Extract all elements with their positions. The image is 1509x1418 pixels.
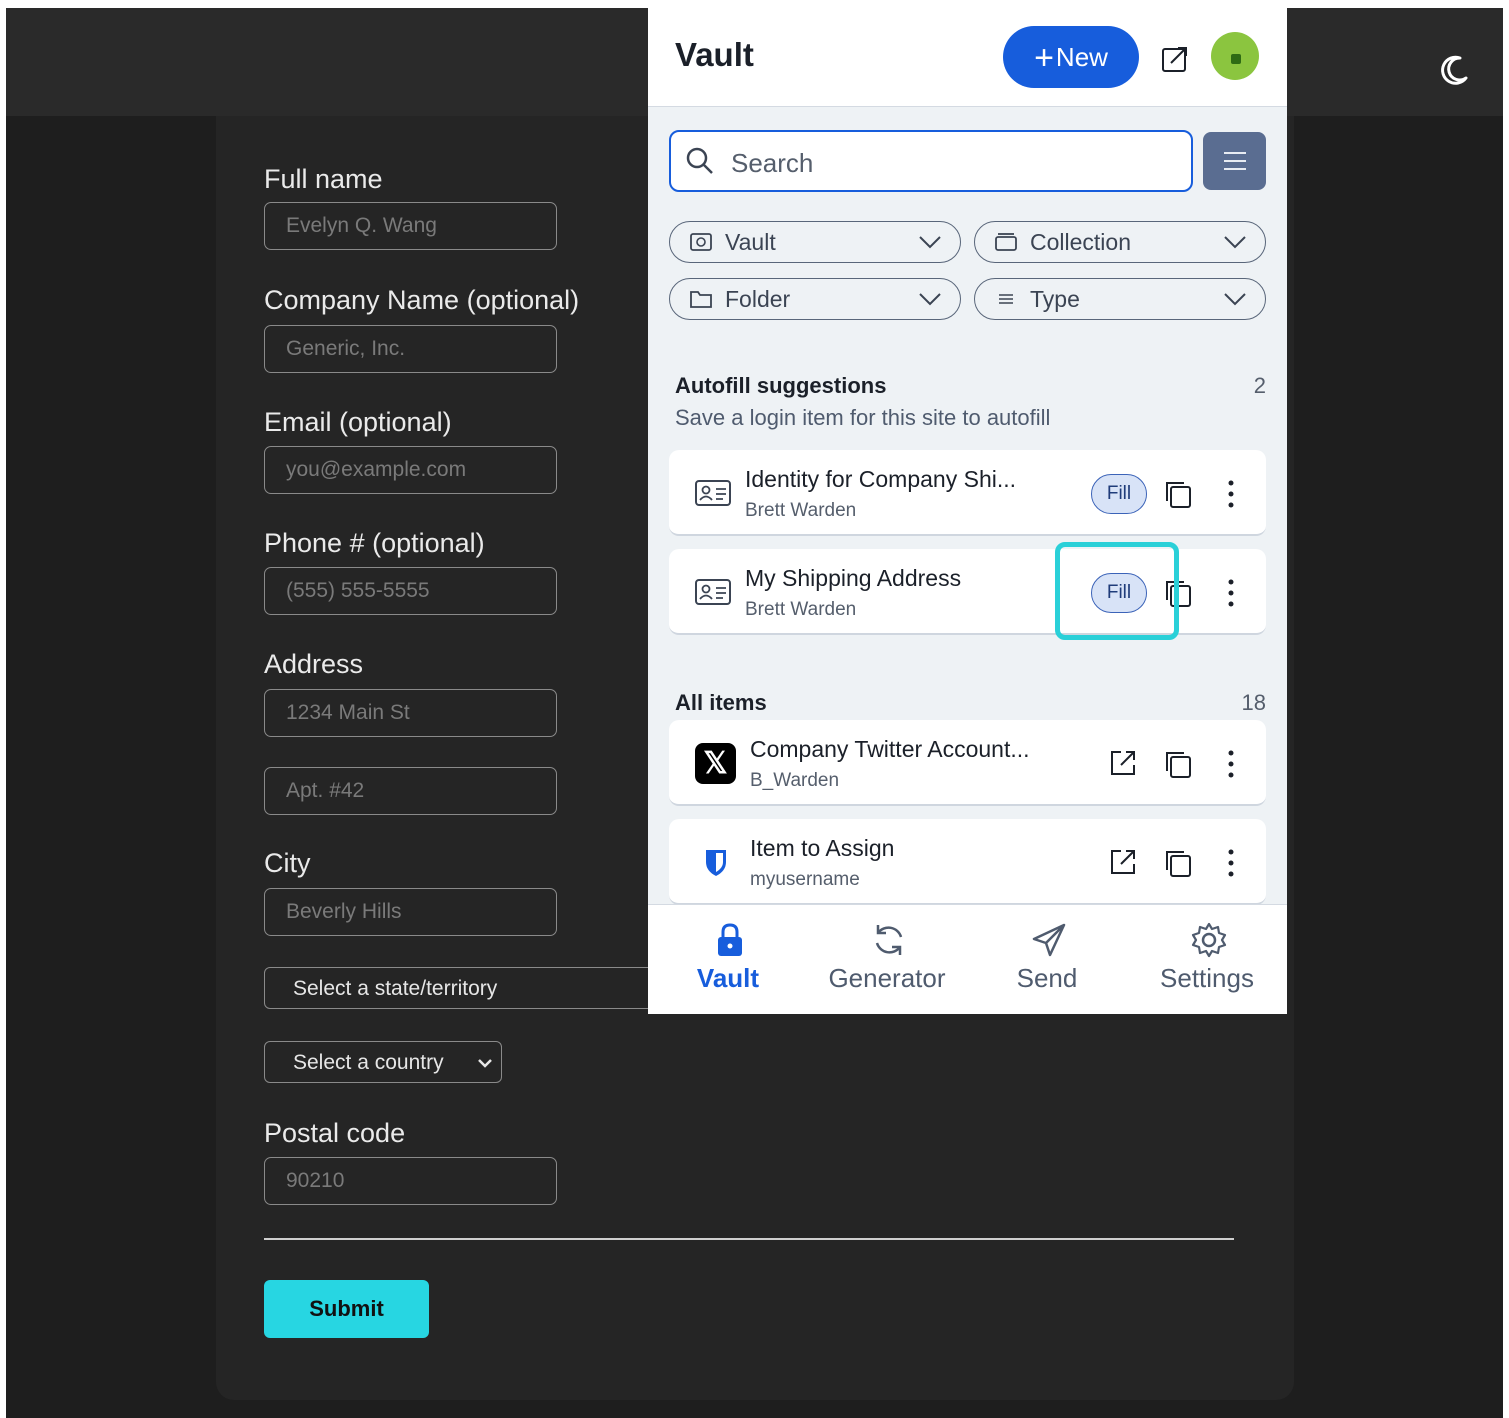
popup-bottom-nav: Vault Generator Send Settings — [648, 904, 1287, 1014]
sliders-icon — [1224, 152, 1246, 170]
more-options-icon[interactable] — [1223, 477, 1239, 511]
form-divider — [264, 1238, 1234, 1240]
list-item[interactable]: Item to Assign myusername — [669, 819, 1266, 905]
search-icon — [686, 147, 713, 174]
vault-filter-dropdown[interactable]: Vault — [669, 221, 961, 263]
popup-header: Vault +New — [648, 8, 1287, 107]
id-card-icon — [695, 480, 731, 506]
state-select-label: Select a state/territory — [293, 977, 498, 1000]
country-select-label: Select a country — [293, 1051, 444, 1074]
x-logo-icon: 𝕏 — [695, 743, 736, 784]
popout-icon[interactable] — [1159, 43, 1191, 75]
item-title: Company Twitter Account... — [750, 736, 1030, 762]
autofill-heading: Autofill suggestions — [675, 373, 887, 398]
chevron-down-icon — [478, 1059, 492, 1068]
chevron-down-icon — [1224, 293, 1246, 306]
company-label: Company Name (optional) — [264, 285, 580, 315]
autofill-count: 2 — [1253, 373, 1266, 398]
email-label: Email (optional) — [264, 407, 452, 437]
country-select[interactable]: Select a country — [264, 1041, 502, 1083]
moon-icon[interactable] — [1436, 52, 1472, 88]
refresh-icon — [875, 925, 903, 955]
nav-generator[interactable]: Generator — [812, 905, 962, 1014]
collection-icon — [995, 233, 1017, 251]
collection-filter-label: Collection — [1030, 229, 1131, 255]
folder-icon — [690, 291, 712, 308]
new-item-button[interactable]: +New — [1003, 26, 1139, 88]
address-line2-input[interactable]: Apt. #42 — [264, 767, 557, 815]
copy-icon[interactable] — [1162, 748, 1194, 780]
vault-icon — [690, 233, 712, 251]
more-options-icon[interactable] — [1223, 747, 1239, 781]
vault-popup: Vault +New Search Vault Collection Folde… — [648, 8, 1287, 1014]
collection-filter-dropdown[interactable]: Collection — [974, 221, 1266, 263]
address-line1-input[interactable]: 1234 Main St — [264, 689, 557, 737]
popup-title: Vault — [675, 36, 754, 73]
chevron-down-icon — [919, 293, 941, 306]
all-items-heading: All items — [675, 690, 767, 715]
list-item[interactable]: Identity for Company Shi... Brett Warden… — [669, 450, 1266, 536]
city-input[interactable]: Beverly Hills — [264, 888, 557, 936]
fill-button-highlight — [1055, 542, 1179, 640]
item-title: My Shipping Address — [745, 565, 962, 591]
vault-filter-label: Vault — [725, 229, 776, 255]
more-options-icon[interactable] — [1223, 576, 1239, 610]
copy-icon[interactable] — [1162, 847, 1194, 879]
plus-icon: + — [1034, 39, 1054, 77]
email-input[interactable]: you@example.com — [264, 446, 557, 494]
search-placeholder: Search — [731, 148, 814, 178]
item-subtitle: B_Warden — [750, 770, 840, 791]
item-subtitle: Brett Warden — [745, 500, 857, 521]
nav-vault-label: Vault — [696, 963, 760, 993]
folder-filter-label: Folder — [725, 286, 791, 312]
id-card-icon — [695, 579, 731, 605]
address-label: Address — [264, 649, 364, 679]
chevron-down-icon — [919, 236, 941, 249]
filter-toggle-button[interactable] — [1203, 132, 1266, 190]
type-filter-label: Type — [1030, 286, 1080, 312]
item-subtitle: myusername — [750, 869, 860, 890]
postal-label: Postal code — [264, 1118, 406, 1148]
submit-button[interactable]: Submit — [264, 1280, 429, 1338]
item-title: Identity for Company Shi... — [745, 466, 1017, 492]
fill-button[interactable]: Fill — [1091, 474, 1147, 514]
list-item[interactable]: 𝕏 Company Twitter Account... B_Warden — [669, 720, 1266, 806]
avatar-dot — [1231, 54, 1241, 64]
account-avatar[interactable] — [1211, 32, 1259, 80]
bitwarden-shield-icon — [706, 850, 726, 876]
type-filter-dropdown[interactable]: Type — [974, 278, 1266, 320]
nav-settings-label: Settings — [1160, 963, 1254, 993]
nav-send-label: Send — [1016, 963, 1078, 993]
all-items-count: 18 — [1241, 690, 1266, 715]
autofill-subtitle: Save a login item for this site to autof… — [675, 405, 1051, 430]
gear-icon — [1191, 922, 1227, 958]
chevron-down-icon — [1224, 236, 1246, 249]
nav-send[interactable]: Send — [972, 905, 1122, 1014]
launch-icon[interactable] — [1107, 846, 1139, 878]
new-button-label: New — [1055, 42, 1108, 72]
copy-icon[interactable] — [1162, 478, 1194, 510]
list-icon — [999, 294, 1013, 304]
folder-filter-dropdown[interactable]: Folder — [669, 278, 961, 320]
nav-generator-label: Generator — [828, 963, 946, 993]
launch-icon[interactable] — [1107, 747, 1139, 779]
paper-plane-icon — [1032, 923, 1066, 957]
full-name-input[interactable]: Evelyn Q. Wang — [264, 202, 557, 250]
search-input[interactable]: Search — [669, 130, 1193, 192]
city-label: City — [264, 848, 311, 878]
lock-icon — [718, 923, 742, 956]
phone-label: Phone # (optional) — [264, 528, 485, 558]
state-select[interactable]: Select a state/territory — [264, 967, 664, 1009]
phone-input[interactable]: (555) 555-5555 — [264, 567, 557, 615]
nav-settings[interactable]: Settings — [1132, 905, 1282, 1014]
full-name-label: Full name — [264, 164, 383, 194]
more-options-icon[interactable] — [1223, 846, 1239, 880]
nav-vault[interactable]: Vault — [653, 905, 803, 1014]
company-input[interactable]: Generic, Inc. — [264, 325, 557, 373]
item-title: Item to Assign — [750, 835, 895, 861]
item-subtitle: Brett Warden — [745, 599, 857, 620]
postal-input[interactable]: 90210 — [264, 1157, 557, 1205]
